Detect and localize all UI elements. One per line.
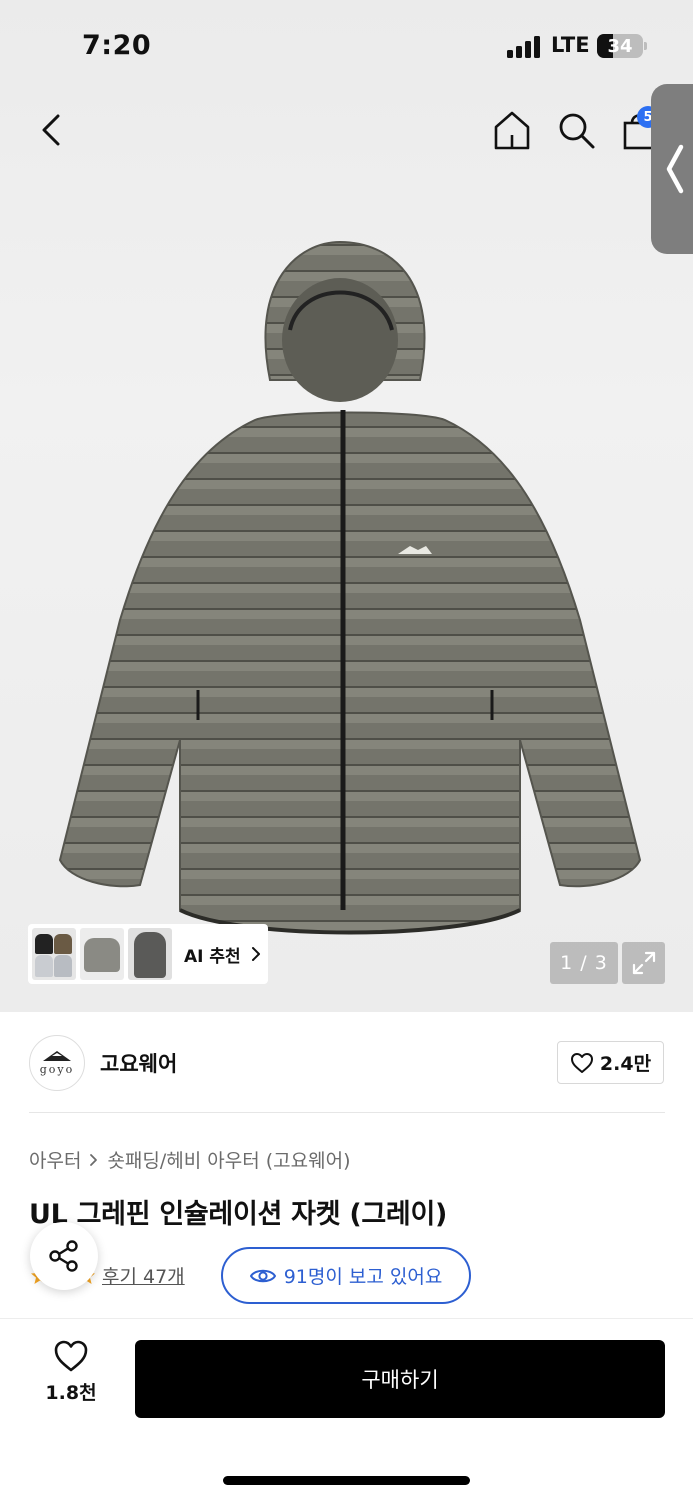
product-title: UL 그레핀 인슐레이션 자켓 (그레이) — [29, 1199, 448, 1230]
heart-icon — [570, 1052, 593, 1073]
battery-level: 34 — [607, 36, 633, 57]
chevron-right-icon — [251, 947, 260, 961]
chevron-left-icon — [666, 144, 684, 194]
home-button[interactable] — [489, 106, 535, 154]
signal-strength-icon — [507, 36, 543, 58]
brand-logo-text: goyo — [39, 1063, 75, 1076]
brand-name[interactable]: 고요웨어 — [100, 1048, 177, 1078]
ai-recommendation-label: AI 추천 — [184, 946, 241, 967]
brand-logo[interactable]: goyo — [29, 1035, 85, 1091]
breadcrumb: 아우터 숏패딩/헤비 아우터 (고요웨어) — [29, 1146, 351, 1173]
home-indicator — [223, 1476, 470, 1485]
buy-button[interactable]: 구매하기 — [135, 1340, 665, 1418]
search-button[interactable] — [553, 106, 599, 154]
recommendation-thumbnail — [32, 928, 76, 980]
heart-icon — [54, 1340, 88, 1372]
wishlist-count: 1.8천 — [45, 1382, 97, 1404]
battery-icon: 34 — [597, 34, 643, 58]
review-link[interactable]: 후기 47개 — [102, 1262, 185, 1289]
bottom-bar-divider — [0, 1318, 693, 1319]
brand-like-count: 2.4만 — [599, 1053, 652, 1075]
chevron-left-icon — [42, 114, 60, 146]
expand-image-button[interactable] — [622, 942, 665, 984]
network-type: LTE — [551, 33, 590, 57]
brand-like-button[interactable]: 2.4만 — [557, 1041, 664, 1084]
wishlist-button[interactable]: 1.8천 — [30, 1340, 112, 1420]
back-button[interactable] — [30, 108, 72, 152]
home-icon — [494, 111, 530, 150]
battery-tip — [644, 42, 647, 50]
status-time: 7:20 — [82, 30, 152, 61]
eye-icon — [249, 1269, 276, 1282]
expand-icon — [632, 951, 655, 975]
mountain-logo-icon — [43, 1051, 71, 1061]
breadcrumb-subcategory[interactable]: 숏패딩/헤비 아우터 (고요웨어) — [107, 1146, 350, 1173]
search-icon — [559, 113, 595, 149]
image-counter: 1 / 3 — [550, 942, 618, 984]
status-bar: 7:20 LTE 34 — [0, 0, 693, 92]
product-image-jacket — [58, 240, 642, 935]
share-button[interactable] — [30, 1222, 98, 1290]
live-viewers-badge: 91명이 보고 있어요 — [221, 1247, 471, 1304]
live-viewers-text: 91명이 보고 있어요 — [283, 1266, 443, 1288]
side-panel-handle[interactable] — [651, 84, 693, 254]
section-divider — [29, 1112, 665, 1113]
breadcrumb-category[interactable]: 아우터 — [29, 1146, 81, 1173]
recommendation-thumbnail — [80, 928, 124, 980]
chevron-right-icon — [90, 1153, 98, 1166]
recommendation-thumbnail — [128, 928, 172, 980]
ai-recommendation-button[interactable]: AI 추천 — [28, 924, 268, 984]
share-icon — [49, 1240, 78, 1272]
